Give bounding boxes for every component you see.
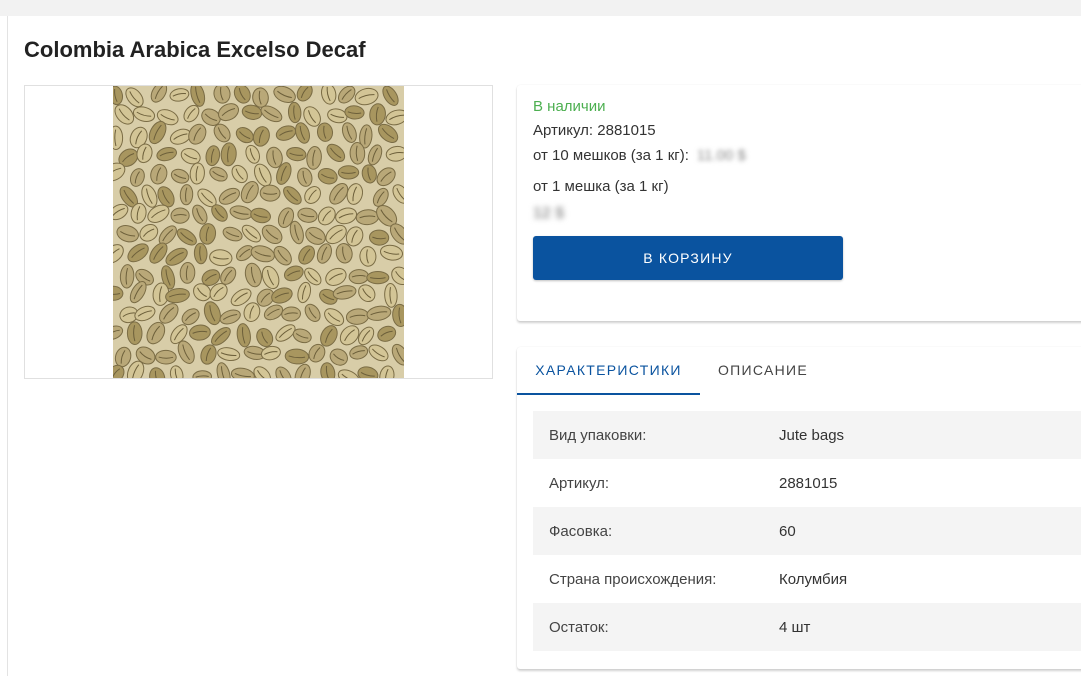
top-strip <box>0 0 1081 16</box>
spec-row: Артикул: 2881015 <box>533 459 1081 507</box>
spec-key: Вид упаковки: <box>549 426 647 444</box>
product-title: Colombia Arabica Excelso Decaf <box>24 37 366 62</box>
spec-key: Остаток: <box>549 618 609 636</box>
tab-characteristics[interactable]: ХАРАКТЕРИСТИКИ <box>517 347 700 395</box>
left-divider <box>7 16 8 676</box>
spec-value: Колумбия <box>779 570 848 588</box>
product-image <box>113 86 404 378</box>
bulk-price-line: от 10 мешков (за 1 кг): 11.00 $ <box>533 147 746 164</box>
spec-key: Артикул: <box>549 474 610 492</box>
price-card: В наличии Артикул: 2881015 от 10 мешков … <box>517 85 1081 321</box>
single-price-label: от 1 мешка (за 1 кг) <box>533 178 669 195</box>
spec-row: Страна происхождения: Колумбия <box>533 555 1081 603</box>
spec-key: Страна происхождения: <box>549 570 717 588</box>
spec-value: Jute bags <box>779 426 845 444</box>
tab-description[interactable]: ОПИСАНИЕ <box>700 347 826 393</box>
add-to-cart-button[interactable]: В КОРЗИНУ <box>533 236 843 280</box>
bulk-price-label: от 10 мешков (за 1 кг): <box>533 147 689 164</box>
single-price-value: 12 $ <box>533 205 565 222</box>
spec-value: 60 <box>779 522 796 540</box>
spec-row: Остаток: 4 шт <box>533 603 1081 651</box>
details-card: ХАРАКТЕРИСТИКИ ОПИСАНИЕ Вид упаковки: Ju… <box>517 347 1081 669</box>
spec-table: Вид упаковки: Jute bags Артикул: 2881015… <box>533 411 1081 651</box>
product-image-frame[interactable] <box>24 85 493 379</box>
spec-row: Фасовка: 60 <box>533 507 1081 555</box>
spec-value: 2881015 <box>779 474 838 492</box>
spec-key: Фасовка: <box>549 522 613 540</box>
sku-line: Артикул: 2881015 <box>533 122 656 139</box>
stock-status: В наличии <box>533 98 606 115</box>
bulk-price-value: 11.00 $ <box>696 147 746 164</box>
spec-value: 4 шт <box>779 618 811 636</box>
spec-row: Вид упаковки: Jute bags <box>533 411 1081 459</box>
